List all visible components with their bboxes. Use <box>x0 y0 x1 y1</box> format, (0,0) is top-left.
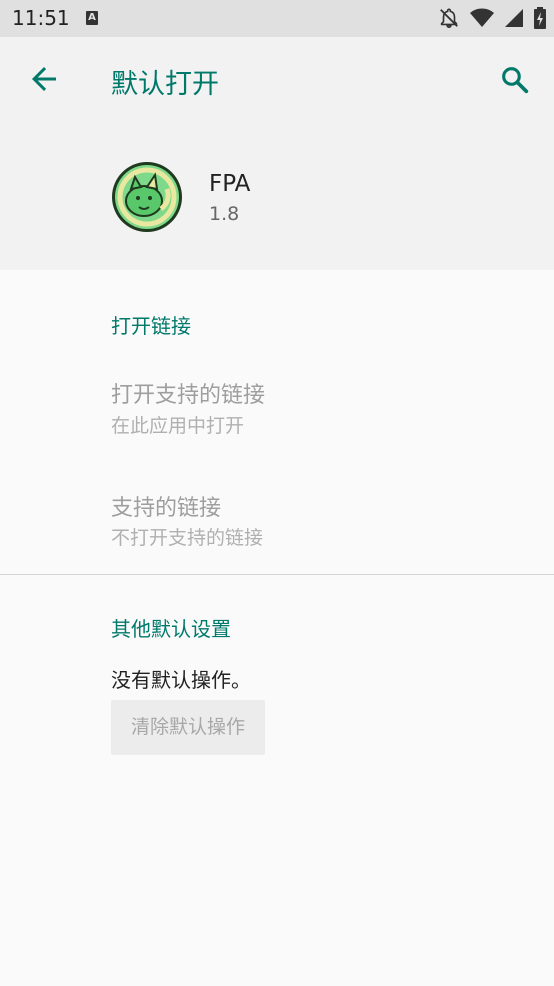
search-icon <box>502 67 529 94</box>
section-header-other-defaults: 其他默认设置 <box>111 617 231 641</box>
pref-title: 打开支持的链接 <box>111 383 266 408</box>
app-icon <box>111 161 183 233</box>
status-icons <box>438 7 546 29</box>
arrow-back-icon <box>32 67 56 91</box>
pref-summary: 不打开支持的链接 <box>111 527 264 549</box>
dragon-logo-icon <box>112 162 182 232</box>
status-bar: 11:51 A <box>0 0 554 37</box>
no-defaults-message: 没有默认操作。 <box>111 668 251 692</box>
battery-charging-icon <box>534 7 546 29</box>
app-bar: 默认打开 <box>0 37 554 123</box>
pref-summary: 在此应用中打开 <box>111 415 245 437</box>
a-notification-icon: A <box>86 11 98 25</box>
divider <box>0 574 554 575</box>
back-button[interactable] <box>26 61 62 97</box>
section-header-open-links: 打开链接 <box>111 314 191 338</box>
wifi-icon <box>470 8 494 27</box>
cell-signal-icon <box>505 9 523 27</box>
app-version: 1.8 <box>209 203 240 225</box>
clear-defaults-button[interactable]: 清除默认操作 <box>111 700 265 755</box>
app-header: FPA 1.8 <box>0 123 554 270</box>
search-button[interactable] <box>498 63 532 97</box>
status-time: 11:51 <box>12 6 70 30</box>
pref-title: 支持的链接 <box>111 496 222 521</box>
app-name: FPA <box>209 171 251 197</box>
notification-off-icon <box>440 8 458 28</box>
page-title: 默认打开 <box>111 69 219 100</box>
